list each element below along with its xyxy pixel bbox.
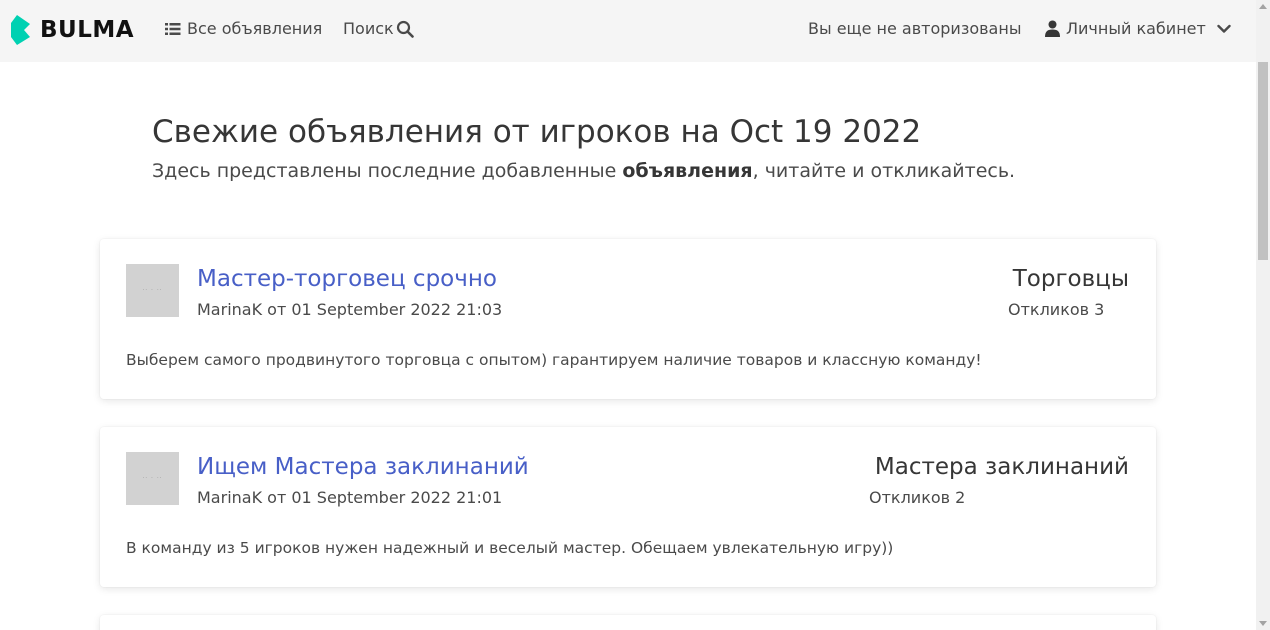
brand-name: BULMA xyxy=(40,17,135,43)
ad-card: ·· · ·· Мастер-торговец срочно MarinaK о… xyxy=(100,239,1156,399)
ad-card: ·· · ·· Ищем Мастера заклинаний MarinaK … xyxy=(100,427,1156,587)
subtitle-emphasis: объявления xyxy=(622,160,753,182)
auth-status-label: Вы еще не авторизованы xyxy=(808,19,1022,38)
subtitle-text-end: , читайте и откликайтесь. xyxy=(752,160,1016,182)
ad-title-link[interactable]: Ищем Мастера заклинаний xyxy=(197,454,529,480)
ad-replies: Откликов 3 xyxy=(1008,300,1105,319)
ad-category: Мастера заклинаний xyxy=(874,454,1129,480)
scroll-up-arrow-icon[interactable] xyxy=(1259,4,1267,9)
ad-category: Торговцы xyxy=(1012,266,1129,292)
page-subtitle: Здесь представлены последние добавленные… xyxy=(152,160,1015,182)
ad-meta: MarinaK от 01 September 2022 21:03 xyxy=(197,300,503,319)
subtitle-text: Здесь представлены последние добавленные xyxy=(152,160,623,182)
chevron-down-icon xyxy=(1217,24,1231,33)
nav-search[interactable]: Поиск xyxy=(343,19,414,38)
auth-status: Вы еще не авторизованы xyxy=(808,19,1021,38)
navbar: BULMA Все объявления Поиск Вы еще не авт… xyxy=(0,0,1256,62)
ad-thumbnail: ·· · ·· xyxy=(126,452,179,505)
page-title: Свежие объявления от игроков на Oct 19 2… xyxy=(152,114,922,150)
ad-description: В команду из 5 игроков нужен надежный и … xyxy=(126,539,894,557)
nav-search-label: Поиск xyxy=(343,19,394,38)
user-icon xyxy=(1045,20,1060,37)
ad-replies: Откликов 2 xyxy=(869,488,966,507)
ad-thumbnail: ·· · ·· xyxy=(126,264,179,317)
nav-all-ads-label: Все объявления xyxy=(187,19,323,38)
nav-all-ads[interactable]: Все объявления xyxy=(165,19,322,38)
search-icon xyxy=(396,20,414,38)
brand-logo[interactable]: BULMA xyxy=(10,15,134,45)
bulma-logo-icon xyxy=(11,15,30,45)
ad-description: Выберем самого продвинутого торговца с о… xyxy=(126,351,982,369)
scrollbar[interactable] xyxy=(1256,0,1270,630)
ad-title-link[interactable]: Мастер-торговец срочно xyxy=(197,266,497,292)
scroll-thumb[interactable] xyxy=(1258,62,1268,260)
account-dropdown[interactable]: Личный кабинет xyxy=(1045,19,1231,38)
account-label: Личный кабинет xyxy=(1066,19,1206,38)
scroll-down-arrow-icon[interactable] xyxy=(1259,621,1267,626)
ad-card xyxy=(100,615,1156,630)
ad-meta: MarinaK от 01 September 2022 21:01 xyxy=(197,488,503,507)
list-icon xyxy=(165,22,181,35)
